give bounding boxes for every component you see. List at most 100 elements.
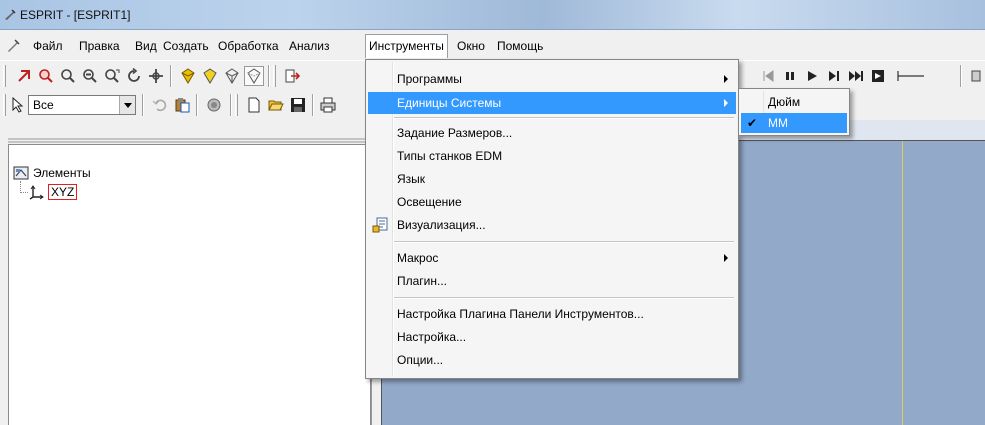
menu-item-options[interactable]: Опции... xyxy=(368,349,736,371)
elements-icon xyxy=(13,166,29,180)
checkmark-icon: ✔ xyxy=(747,116,758,130)
slider-start-icon[interactable] xyxy=(896,66,924,86)
menu-item-label: ММ xyxy=(768,116,788,130)
window-title: ESPRIT - [ESPRIT1] xyxy=(20,8,131,22)
menu-item-label: Макрос xyxy=(397,251,439,265)
menu-item-label: Единицы Системы xyxy=(397,96,502,110)
settings-icon[interactable] xyxy=(966,66,985,86)
new-file-icon[interactable] xyxy=(244,95,264,115)
zoom-previous-icon[interactable] xyxy=(102,66,122,86)
menu-separator xyxy=(394,117,734,119)
pause-icon[interactable] xyxy=(780,66,800,86)
menu-item-label: Настройка... xyxy=(397,330,467,344)
selection-filter-combo[interactable]: Все xyxy=(28,95,136,115)
tree-root-label: Элементы xyxy=(33,166,91,180)
menu-bar: Файл Правка Вид Создать Обработка Анализ… xyxy=(0,34,985,58)
toolbar-grip[interactable] xyxy=(3,65,6,87)
record-icon[interactable] xyxy=(204,95,224,115)
submenu-arrow-icon xyxy=(724,75,728,83)
menu-item-visualization[interactable]: Визуализация... xyxy=(368,214,736,236)
wireframe-icon[interactable] xyxy=(222,66,242,86)
menu-item-label: Язык xyxy=(397,172,426,186)
tree-root[interactable]: Элементы xyxy=(13,165,91,181)
submenu-item-mm[interactable]: ✔ ММ xyxy=(741,113,847,133)
menu-item-label: Задание Размеров... xyxy=(397,126,513,140)
print-icon[interactable] xyxy=(318,95,338,115)
chevron-down-icon[interactable] xyxy=(119,96,135,114)
tree-item-label: XYZ xyxy=(48,184,78,200)
menu-separator xyxy=(394,241,734,243)
zoom-out-icon[interactable] xyxy=(80,66,100,86)
toolbar-separator xyxy=(268,65,270,87)
rotate-icon[interactable] xyxy=(124,66,144,86)
menu-edit[interactable]: Правка xyxy=(76,34,123,58)
toolbar-separator xyxy=(960,65,962,87)
visualization-icon xyxy=(372,217,388,233)
coordinate-system-icon xyxy=(29,185,44,200)
menu-analysis[interactable]: Анализ xyxy=(286,34,333,58)
menu-item-system-units[interactable]: Единицы Системы xyxy=(368,92,736,114)
save-icon[interactable] xyxy=(288,95,308,115)
zoom-icon[interactable] xyxy=(58,66,78,86)
tree-connector xyxy=(20,181,28,193)
shaded-edges-icon[interactable] xyxy=(200,66,220,86)
selection-toolbar: Все xyxy=(0,90,370,120)
menu-item-programs[interactable]: Программы xyxy=(368,68,736,90)
select-tool-icon[interactable] xyxy=(14,66,34,86)
tree-item-xyz[interactable]: XYZ xyxy=(29,183,78,201)
menu-item-lighting[interactable]: Освещение xyxy=(368,191,736,213)
tools-menu: Программы Единицы Системы Задание Размер… xyxy=(365,59,739,379)
submenu-item-inch[interactable]: Дюйм xyxy=(741,92,847,112)
menu-item-dimensioning[interactable]: Задание Размеров... xyxy=(368,122,736,144)
shaded-view-icon[interactable] xyxy=(178,66,198,86)
menu-item-label: Настройка Плагина Панели Инструментов... xyxy=(397,307,644,321)
menu-machining[interactable]: Обработка xyxy=(215,34,282,58)
submenu-arrow-icon xyxy=(724,254,728,262)
cursor-icon[interactable] xyxy=(8,95,28,115)
toolbar-separator xyxy=(142,94,144,116)
toolbar-separator xyxy=(170,65,172,87)
hidden-lines-icon[interactable] xyxy=(244,66,264,86)
toolbar-grip[interactable] xyxy=(3,94,6,116)
menu-item-label: Дюйм xyxy=(768,95,801,109)
toolbar-separator xyxy=(196,94,198,116)
document-icon[interactable] xyxy=(6,39,20,53)
toolbar-grip[interactable] xyxy=(273,65,276,87)
menu-item-customize[interactable]: Настройка... xyxy=(368,326,736,348)
menu-help[interactable]: Помощь xyxy=(494,34,546,58)
export-icon[interactable] xyxy=(282,66,302,86)
title-bar[interactable]: ESPRIT - [ESPRIT1] xyxy=(0,0,985,30)
zoom-window-icon[interactable] xyxy=(36,66,56,86)
stop-icon[interactable] xyxy=(868,66,888,86)
menu-item-label: Программы xyxy=(397,72,462,86)
step-back-icon[interactable] xyxy=(758,66,778,86)
menu-view[interactable]: Вид xyxy=(132,34,160,58)
menu-item-label: Визуализация... xyxy=(397,218,486,232)
selection-filter-value: Все xyxy=(33,98,54,112)
open-folder-icon[interactable] xyxy=(266,95,286,115)
axis-line xyxy=(902,141,903,425)
menu-item-plugin-toolbar-settings[interactable]: Настройка Плагина Панели Инструментов... xyxy=(368,303,736,325)
undo-icon[interactable] xyxy=(150,95,170,115)
project-manager-panel: Элементы XYZ xyxy=(8,144,371,425)
menu-window[interactable]: Окно xyxy=(454,34,488,58)
menu-create[interactable]: Создать xyxy=(160,34,212,58)
menu-item-label: Опции... xyxy=(397,353,444,367)
menu-tools[interactable]: Инструменты xyxy=(365,34,448,58)
toolbar-separator xyxy=(230,94,232,116)
toolbar-grip[interactable] xyxy=(235,94,238,116)
menu-item-edm-machine-types[interactable]: Типы станков EDM xyxy=(368,145,736,167)
menu-item-macro[interactable]: Макрос xyxy=(368,247,736,269)
step-forward-icon[interactable] xyxy=(824,66,844,86)
menu-file[interactable]: Файл xyxy=(30,34,66,58)
submenu-arrow-icon xyxy=(724,99,728,107)
menu-item-plugin[interactable]: Плагин... xyxy=(368,270,736,292)
menu-item-language[interactable]: Язык xyxy=(368,168,736,190)
menu-item-label: Освещение xyxy=(397,195,462,209)
fast-forward-icon[interactable] xyxy=(846,66,866,86)
play-icon[interactable] xyxy=(802,66,822,86)
app-icon xyxy=(5,9,16,20)
paste-icon[interactable] xyxy=(172,95,192,115)
menu-item-label: Типы станков EDM xyxy=(397,149,503,163)
pan-icon[interactable] xyxy=(146,66,166,86)
